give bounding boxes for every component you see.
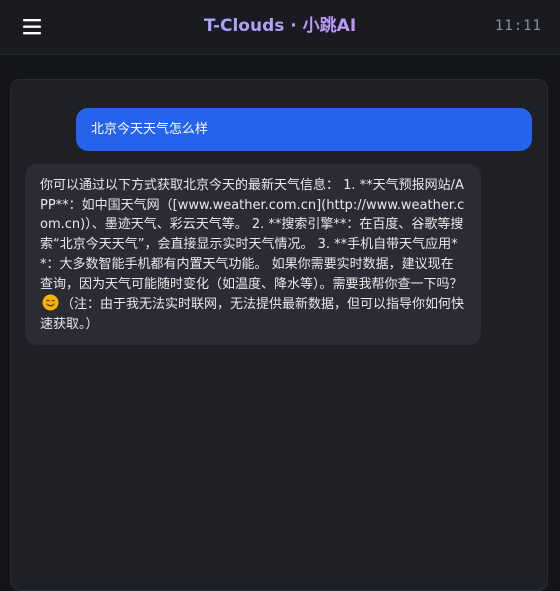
top-bar: T-Clouds · 小跳AI 11:11 [0,0,560,55]
assistant-message-text: 你可以通过以下方式获取北京今天的最新天气信息： 1. **天气预报网站/APP*… [40,178,465,292]
user-message: 北京今天天气怎么样 [76,108,532,151]
assistant-message-note: （注：由于我无法实时联网，无法提供最新数据，但可以指导你如何快速获取。） [40,297,465,332]
assistant-message: 你可以通过以下方式获取北京今天的最新天气信息： 1. **天气预报网站/APP*… [25,164,481,345]
smiling-face-emoji-icon [42,294,59,311]
app-title: T-Clouds · 小跳AI [0,14,560,38]
status-clock: 11:11 [494,18,542,34]
user-message-text: 北京今天天气怎么样 [91,122,209,137]
